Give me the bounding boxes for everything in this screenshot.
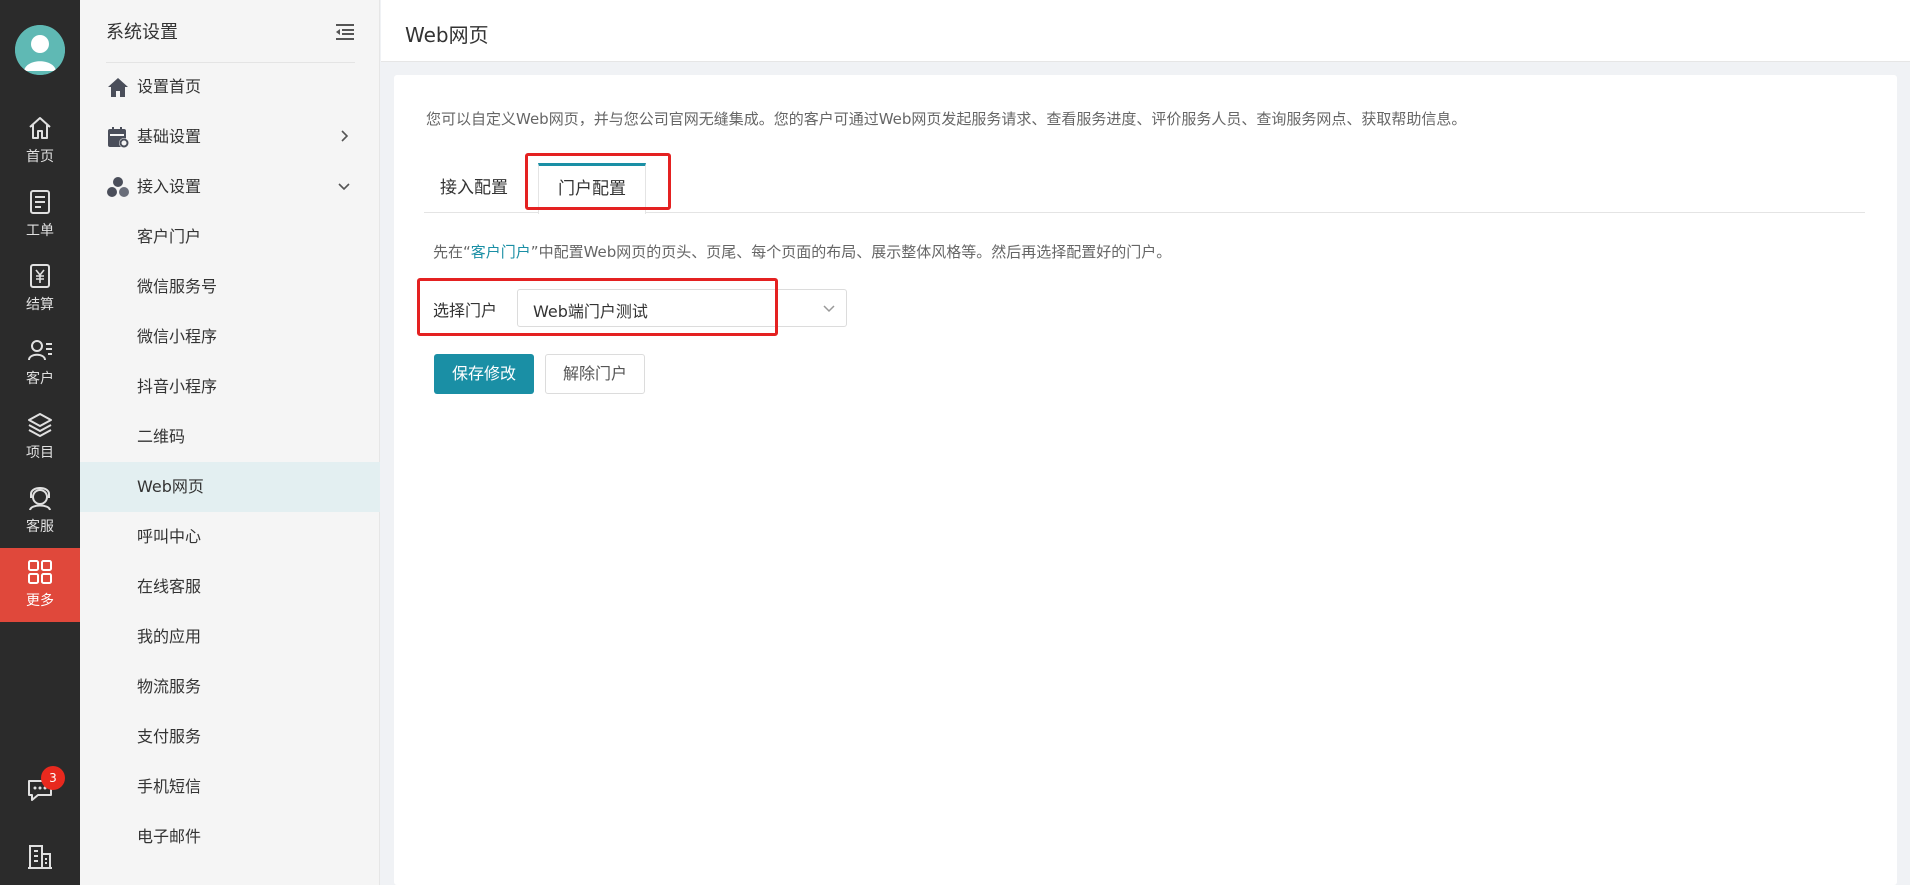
highlight-box-tab <box>525 153 671 210</box>
connect-icon <box>107 177 129 197</box>
menu-label: 接入设置 <box>137 177 202 196</box>
submenu-item[interactable]: 物流服务 <box>80 662 380 712</box>
submenu-item[interactable]: 微信小程序 <box>80 312 380 362</box>
portal-note: 先在“客户门户”中配置Web网页的页头、页尾、每个页面的布局、展示整体风格等。然… <box>433 241 1171 262</box>
chevron-right-icon <box>341 130 349 142</box>
submenu-title: 系统设置 <box>106 22 178 43</box>
service-icon <box>29 487 51 511</box>
rail-item-service[interactable]: 客服 <box>0 474 80 548</box>
save-button[interactable]: 保存修改 <box>434 354 534 394</box>
icon-rail: 首页 工单 结算 客户 项目 客服 更多 3 <box>0 0 80 885</box>
submenu-item-label: 支付服务 <box>137 727 202 746</box>
more-icon <box>28 560 52 584</box>
chat-badge: 3 <box>41 766 65 790</box>
rail-item-label: 项目 <box>26 445 54 461</box>
submenu-item-label: 微信服务号 <box>137 277 218 296</box>
page-title: Web网页 <box>405 23 489 47</box>
home-icon <box>29 117 51 139</box>
rail-item-label: 结算 <box>26 297 54 313</box>
submenu-item-label: Web网页 <box>137 477 204 496</box>
customer-icon <box>28 340 52 361</box>
avatar[interactable] <box>15 25 65 75</box>
chevron-down-icon <box>823 305 835 313</box>
submenu-item-label: 呼叫中心 <box>137 527 202 546</box>
rail-item-label: 工单 <box>26 223 54 239</box>
menu-basic-settings[interactable]: 基础设置 <box>80 112 380 162</box>
ticket-icon <box>30 190 50 214</box>
menu-access-settings[interactable]: 接入设置 <box>80 162 380 212</box>
menu-settings-home[interactable]: 设置首页 <box>80 62 380 112</box>
submenu-item[interactable]: 二维码 <box>80 412 380 462</box>
submenu-item[interactable]: 客户门户 <box>80 212 380 262</box>
submenu-item-label: 电子邮件 <box>137 827 202 846</box>
rail-item-project[interactable]: 项目 <box>0 400 80 474</box>
rail-item-home[interactable]: 首页 <box>0 104 80 178</box>
submenu-item[interactable]: 支付服务 <box>80 712 380 762</box>
settings-submenu: 系统设置 设置首页 基础设置 接入设置 客户门户微信服务号微信小程序抖音小程序二… <box>80 0 380 885</box>
submenu-item-label: 物流服务 <box>137 677 202 696</box>
rail-item-settlement[interactable]: 结算 <box>0 252 80 326</box>
submenu-item[interactable]: 抖音小程序 <box>80 362 380 412</box>
chevron-down-icon <box>338 183 350 191</box>
rail-item-label: 客户 <box>26 371 54 387</box>
content-card: 您可以自定义Web网页，并与您公司官网无缝集成。您的客户可通过Web网页发起服务… <box>394 75 1897 885</box>
submenu-item-label: 我的应用 <box>137 627 202 646</box>
menu-label: 基础设置 <box>137 127 202 146</box>
submenu-item[interactable]: 手机短信 <box>80 762 380 812</box>
submenu-item-label: 抖音小程序 <box>137 377 218 396</box>
settlement-icon <box>30 264 50 288</box>
submenu-item-label: 二维码 <box>137 427 186 446</box>
submenu-item[interactable]: 微信服务号 <box>80 262 380 312</box>
rail-item-label: 首页 <box>26 149 54 165</box>
submenu-item-label: 客户门户 <box>137 227 202 246</box>
submenu-item[interactable]: 电子邮件 <box>80 812 380 862</box>
rail-item-customer[interactable]: 客户 <box>0 326 80 400</box>
rail-item-ticket[interactable]: 工单 <box>0 178 80 252</box>
rail-item-label: 客服 <box>26 519 54 535</box>
submenu-item[interactable]: 在线客服 <box>80 562 380 612</box>
submenu-item[interactable]: Web网页 <box>80 462 380 512</box>
submenu-item-label: 手机短信 <box>137 777 202 796</box>
rail-item-label: 更多 <box>26 593 54 609</box>
submenu-item-label: 微信小程序 <box>137 327 218 346</box>
submenu-item[interactable]: 呼叫中心 <box>80 512 380 562</box>
submenu-item-label: 在线客服 <box>137 577 202 596</box>
rail-item-more[interactable]: 更多 <box>0 548 80 622</box>
note-suffix: ”中配置Web网页的页头、页尾、每个页面的布局、展示整体风格等。然后再选择配置好… <box>530 243 1172 261</box>
project-icon <box>28 413 52 437</box>
home-icon <box>108 78 128 97</box>
note-prefix: 先在“ <box>433 243 471 261</box>
highlight-box-select <box>417 278 778 336</box>
page-header: Web网页 <box>381 0 1910 62</box>
page-description: 您可以自定义Web网页，并与您公司官网无缝集成。您的客户可通过Web网页发起服务… <box>426 110 1467 128</box>
customer-portal-link[interactable]: 客户门户 <box>471 243 531 261</box>
submenu-item[interactable]: 我的应用 <box>80 612 380 662</box>
calendar-settings-icon <box>108 127 129 148</box>
unbind-portal-button[interactable]: 解除门户 <box>545 354 645 394</box>
company-icon[interactable] <box>26 842 54 870</box>
tab-access-config[interactable]: 接入配置 <box>424 163 524 213</box>
menu-label: 设置首页 <box>137 77 202 96</box>
collapse-menu-icon[interactable] <box>334 22 356 42</box>
